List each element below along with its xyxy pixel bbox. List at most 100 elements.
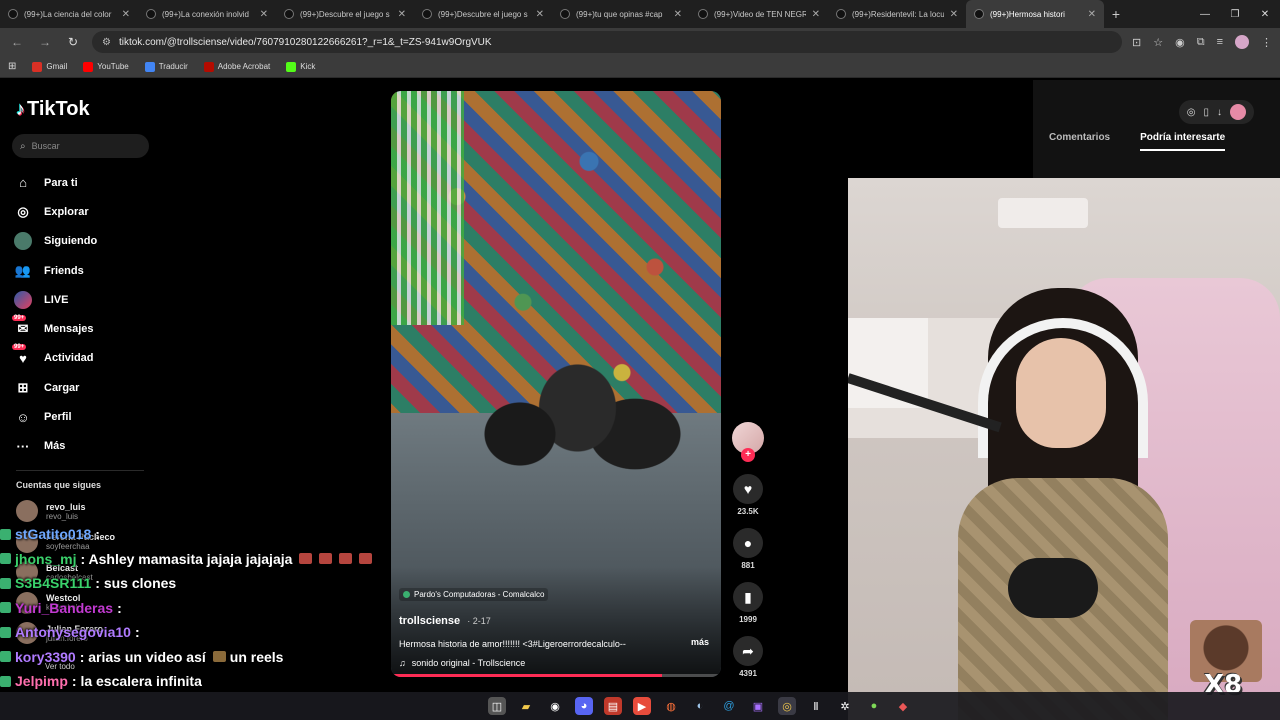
browser-tab[interactable]: (99+)La conexión inolvid ✕ [138, 0, 276, 28]
forward-icon[interactable]: → [36, 35, 54, 49]
apps-grid-icon[interactable]: ⊞ [8, 61, 16, 72]
tab-close-icon[interactable]: ✕ [260, 9, 268, 20]
obs-icon[interactable]: ◉ [546, 697, 564, 715]
new-tab-button[interactable]: + [1104, 6, 1128, 22]
browser-tab[interactable]: (99+)Descubre el juego s ✕ [414, 0, 552, 28]
sidebar-item[interactable]: 👥 Friends [14, 256, 174, 285]
discord-icon[interactable]: ◕ [575, 697, 593, 715]
bookmark-item[interactable]: Kick [286, 61, 315, 72]
window-close-icon[interactable]: ✕ [1250, 9, 1280, 20]
tab-close-icon[interactable]: ✕ [812, 9, 820, 20]
chat-message: Yuri_Banderas : [0, 596, 400, 621]
like-button[interactable]: ♥ [733, 474, 763, 504]
sidebar-item-label: Para ti [44, 176, 78, 189]
bookmark-item[interactable]: Adobe Acrobat [203, 61, 270, 72]
more-link[interactable]: más [691, 637, 709, 647]
user-avatar[interactable] [1230, 104, 1246, 120]
twitch-icon[interactable]: ▣ [749, 697, 767, 715]
save-button[interactable]: ▮ [733, 582, 763, 612]
bookmark-item[interactable]: Gmail [32, 61, 67, 72]
sidebar-item[interactable]: ◎ Explorar [14, 197, 174, 226]
steam-icon[interactable]: ◐ [691, 697, 709, 715]
restore-icon[interactable]: ❐ [1220, 9, 1250, 20]
tab-close-icon[interactable]: ✕ [1088, 9, 1096, 20]
sidebar-item[interactable]: ⊞ Cargar [14, 373, 174, 402]
bookmark-item[interactable]: YouTube [83, 61, 129, 72]
puzzle-icon[interactable]: ⧉ [1197, 36, 1205, 49]
browser-tab[interactable]: (99+)Descubre el juego s ✕ [276, 0, 414, 28]
sidebar-item[interactable]: LIVE [14, 285, 174, 314]
tab-close-icon[interactable]: ✕ [950, 9, 958, 20]
tab-close-icon[interactable]: ✕ [122, 9, 130, 20]
chat-badge-icon [0, 577, 11, 589]
gear-app-icon[interactable]: ✲ [836, 697, 854, 715]
chat-text: : [134, 624, 140, 641]
chrome-icon[interactable]: ◎ [778, 697, 796, 715]
profile-avatar[interactable] [1235, 35, 1249, 49]
streamer-app-icon[interactable]: ▶ [633, 697, 651, 715]
tiktok-logo[interactable]: ♪ TikTok [16, 98, 90, 121]
green-app-icon[interactable]: ● [865, 697, 883, 715]
address-bar[interactable]: ⚙ tiktok.com/@trollsciense/video/7607910… [92, 31, 1123, 53]
install-app-icon[interactable]: ⊡ [1132, 36, 1141, 49]
compass-small-icon[interactable]: ◎ [1187, 107, 1196, 118]
sidebar-item[interactable]: ⌂ Para ti [14, 168, 174, 197]
compass-icon: ◎ [17, 203, 29, 219]
sidebar-item[interactable]: ☺ Perfil [14, 402, 174, 431]
browser-tab[interactable]: (99+)Video de TEN NEGR ✕ [690, 0, 828, 28]
share-button[interactable]: ➦ [733, 636, 763, 666]
browser-tab[interactable]: (99+)La ciencia del color ✕ [0, 0, 138, 28]
right-toolbar: ◎ ▯ ↓ [1178, 100, 1254, 124]
taskbar-app-icon[interactable]: ◫ [488, 697, 506, 715]
comment-button[interactable]: ● [733, 528, 763, 558]
sidebar-item[interactable]: ✉ 99+ Mensajes [12, 314, 174, 343]
media-icon[interactable]: ≡ [1217, 36, 1223, 48]
chat-username: jhons_mj [15, 550, 77, 567]
tiktok-favicon-icon [8, 9, 18, 19]
minimize-icon[interactable]: — [1190, 9, 1220, 20]
tv-app-icon[interactable]: ▤ [604, 697, 622, 715]
tab-comentarios[interactable]: Comentarios [1049, 132, 1110, 151]
browser-tab[interactable]: (99+)Residentevil: La locu ✕ [828, 0, 966, 28]
tab-close-icon[interactable]: ✕ [674, 9, 682, 20]
firefox-icon[interactable]: ◍ [662, 697, 680, 715]
sidebar-item[interactable]: ··· Más [14, 432, 174, 461]
bookmark-star-icon[interactable]: ☆ [1153, 36, 1163, 49]
site-info-icon[interactable]: ⚙ [102, 37, 111, 48]
browser-tab[interactable]: (99+)Hermosa histori ✕ [966, 0, 1104, 28]
chat-message: stGatito018 : [0, 522, 400, 547]
video-progress-bar[interactable] [391, 674, 721, 677]
sidebar-item[interactable]: ♥ 99+ Actividad [12, 344, 174, 373]
creator-avatar[interactable]: + [732, 422, 764, 462]
folder-icon[interactable]: ▰ [517, 697, 535, 715]
follow-plus-icon[interactable]: + [741, 448, 755, 462]
video-author[interactable]: trollsciense · 2-17 [399, 615, 491, 627]
sidebar-item[interactable]: Siguiendo [14, 227, 174, 256]
tab-close-icon[interactable]: ✕ [398, 9, 406, 20]
back-icon[interactable]: ← [8, 35, 26, 49]
tab-title: (99+)Hermosa histori [990, 9, 1065, 19]
browser-tab[interactable]: (99+)tu que opinas #cap ✕ [552, 0, 690, 28]
emote-icon [212, 651, 226, 663]
phone-icon[interactable]: ▯ [1203, 107, 1209, 118]
share-arrow-icon: ➦ [742, 642, 754, 659]
logo-text: TikTok [27, 98, 90, 120]
menu-icon[interactable]: ⋮ [1261, 36, 1272, 49]
tab-close-icon[interactable]: ✕ [536, 9, 544, 20]
bookmark-item[interactable]: Traducir [144, 61, 188, 72]
reload-icon[interactable]: ↻ [64, 35, 82, 49]
action-rail: + ♥ 23.5K ● 881 ▮ 1999 ➦ 4391 [732, 422, 764, 678]
download-icon[interactable]: ↓ [1217, 107, 1222, 118]
spiral-app-icon[interactable]: @ [720, 697, 738, 715]
following-account[interactable]: revo_luis revo_luis [16, 500, 156, 522]
tab-podria-interesarte[interactable]: Podría interesarte [1140, 132, 1226, 151]
video-sound[interactable]: ♫ sonido original - Trollscience [399, 658, 525, 668]
chat-username: S3B4SR111 [15, 575, 92, 592]
bar-app-icon[interactable]: Ⅱ [807, 697, 825, 715]
extension-icon[interactable]: ◉ [1175, 36, 1185, 49]
video-player[interactable]: Pardo's Computadoras - Comalcalco trolls… [391, 91, 721, 677]
red-app-icon[interactable]: ◆ [894, 697, 912, 715]
emote-icon [299, 553, 313, 565]
search-input[interactable]: ⌕ Buscar [12, 134, 149, 158]
location-tag[interactable]: Pardo's Computadoras - Comalcalco [399, 588, 549, 601]
